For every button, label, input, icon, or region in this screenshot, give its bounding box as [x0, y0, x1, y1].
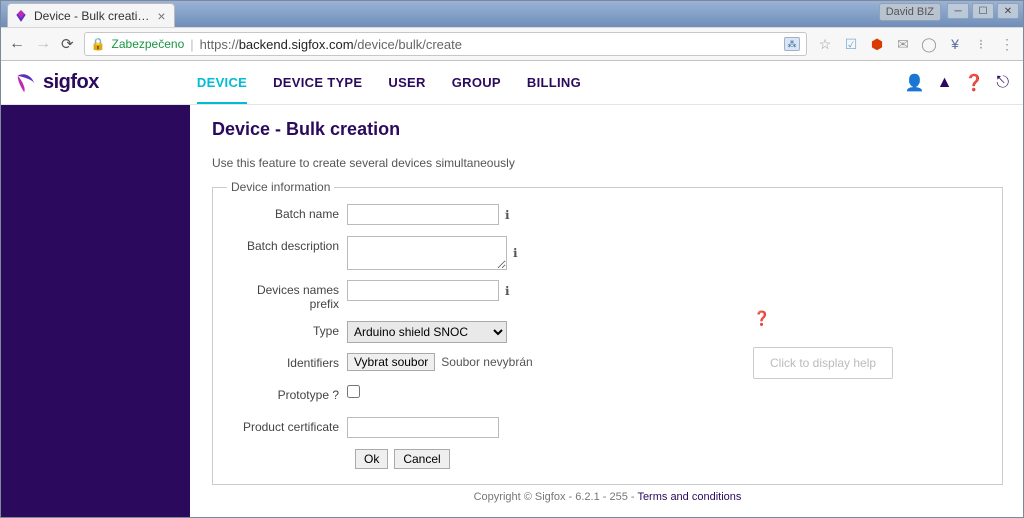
settings-ext-icon[interactable]: ⁝ [973, 36, 989, 52]
nav-group[interactable]: GROUP [452, 61, 501, 104]
favicon [14, 9, 28, 23]
nav-device[interactable]: DEVICE [197, 61, 247, 104]
cancel-button[interactable]: Cancel [394, 449, 449, 469]
sigfox-logo-icon [15, 72, 37, 94]
file-status: Soubor nevybrán [441, 355, 532, 369]
main-nav: DEVICE DEVICE TYPE USER GROUP BILLING [197, 61, 581, 104]
window-maximize-button[interactable]: ☐ [972, 3, 994, 19]
help-question-icon[interactable]: ❓ [753, 310, 893, 327]
url-text: https://backend.sigfox.com/device/bulk/c… [200, 37, 462, 52]
window-controls: ─ ☐ ✕ [947, 3, 1019, 19]
header-right: 👤 ▲ ❓ ⎋ [905, 73, 1009, 93]
batch-description-input[interactable] [347, 236, 507, 270]
type-label: Type [227, 321, 347, 338]
nav-user[interactable]: USER [388, 61, 425, 104]
footer: Copyright © Sigfox - 6.2.1 - 255 - Terms… [212, 485, 1003, 509]
choose-file-button[interactable]: Vybrat soubor [347, 353, 435, 371]
brand-name: sigfox [43, 71, 99, 94]
page-title: Device - Bulk creation [212, 119, 1003, 140]
divider: | [190, 37, 193, 52]
reload-button[interactable]: ⟳ [61, 35, 74, 53]
nav-device-type[interactable]: DEVICE TYPE [273, 61, 362, 104]
user-icon[interactable]: 👤 [905, 73, 925, 93]
page-subtitle: Use this feature to create several devic… [212, 156, 1003, 170]
help-icon[interactable]: ❓ [964, 73, 984, 93]
page: sigfox DEVICE DEVICE TYPE USER GROUP BIL… [1, 61, 1023, 517]
footer-copyright: Copyright © Sigfox - 6.2.1 - 255 - [474, 491, 638, 503]
sidebar [1, 105, 190, 517]
help-column: ❓ Click to display help [753, 310, 893, 379]
circle-ext-icon[interactable]: ◯ [921, 36, 937, 52]
tab-close-icon[interactable]: × [155, 8, 167, 24]
extension-icons: ☆ ☑ ⬢ ✉ ◯ ¥ ⁝ ⋮ [817, 36, 1015, 52]
window-close-button[interactable]: ✕ [997, 3, 1019, 19]
prototype-label: Prototype ? [227, 385, 347, 402]
figure-ext-icon[interactable]: ¥ [947, 36, 963, 52]
help-box[interactable]: Click to display help [753, 347, 893, 379]
back-button[interactable]: ← [9, 35, 25, 53]
mail-ext-icon[interactable]: ✉ [895, 36, 911, 52]
checkbox-ext-icon[interactable]: ☑ [843, 36, 859, 52]
product-cert-input[interactable] [347, 417, 499, 438]
browser-window: Device - Bulk creati… × David BIZ ─ ☐ ✕ … [0, 0, 1024, 518]
address-bar[interactable]: 🔒 Zabezpečeno | https://backend.sigfox.c… [84, 32, 807, 56]
window-minimize-button[interactable]: ─ [947, 3, 969, 19]
tab-title: Device - Bulk creati… [34, 9, 149, 23]
device-info-fieldset: Device information Batch name ℹ Batch de… [212, 180, 1003, 485]
fieldset-legend: Device information [227, 180, 334, 194]
alert-icon[interactable]: ▲ [937, 74, 953, 92]
translate-icon[interactable]: ⁂ [784, 37, 800, 51]
batch-description-label: Batch description [227, 236, 347, 253]
browser-tab[interactable]: Device - Bulk creati… × [7, 3, 175, 27]
batch-name-input[interactable] [347, 204, 499, 225]
window-user-badge[interactable]: David BIZ [879, 3, 941, 21]
terms-link[interactable]: Terms and conditions [637, 491, 741, 503]
app-body: Device - Bulk creation Use this feature … [1, 105, 1023, 517]
menu-icon[interactable]: ⋮ [999, 36, 1015, 52]
star-icon[interactable]: ☆ [817, 36, 833, 52]
type-select[interactable]: Arduino shield SNOC [347, 321, 507, 343]
form-buttons: Ok Cancel [355, 449, 988, 469]
info-icon[interactable]: ℹ [505, 208, 510, 222]
browser-toolbar: ← → ⟳ 🔒 Zabezpečeno | https://backend.si… [1, 27, 1023, 61]
batch-name-label: Batch name [227, 204, 347, 221]
product-cert-label: Product certificate [227, 417, 347, 434]
prototype-checkbox[interactable] [347, 385, 360, 398]
brand-logo[interactable]: sigfox [15, 71, 99, 94]
app-header: sigfox DEVICE DEVICE TYPE USER GROUP BIL… [1, 61, 1023, 105]
info-icon[interactable]: ℹ [513, 246, 518, 260]
logout-icon[interactable]: ⎋ [996, 74, 1009, 92]
identifiers-label: Identifiers [227, 353, 347, 370]
prefix-label: Devices names prefix [227, 280, 347, 311]
secure-label: Zabezpečeno [112, 37, 185, 51]
nav-billing[interactable]: BILLING [527, 61, 581, 104]
info-icon[interactable]: ℹ [505, 284, 510, 298]
lock-icon: 🔒 [91, 37, 106, 51]
forward-button[interactable]: → [35, 35, 51, 53]
content: Device - Bulk creation Use this feature … [190, 105, 1023, 517]
prefix-input[interactable] [347, 280, 499, 301]
ok-button[interactable]: Ok [355, 449, 388, 469]
office-ext-icon[interactable]: ⬢ [869, 36, 885, 52]
titlebar: Device - Bulk creati… × David BIZ ─ ☐ ✕ [1, 1, 1023, 27]
